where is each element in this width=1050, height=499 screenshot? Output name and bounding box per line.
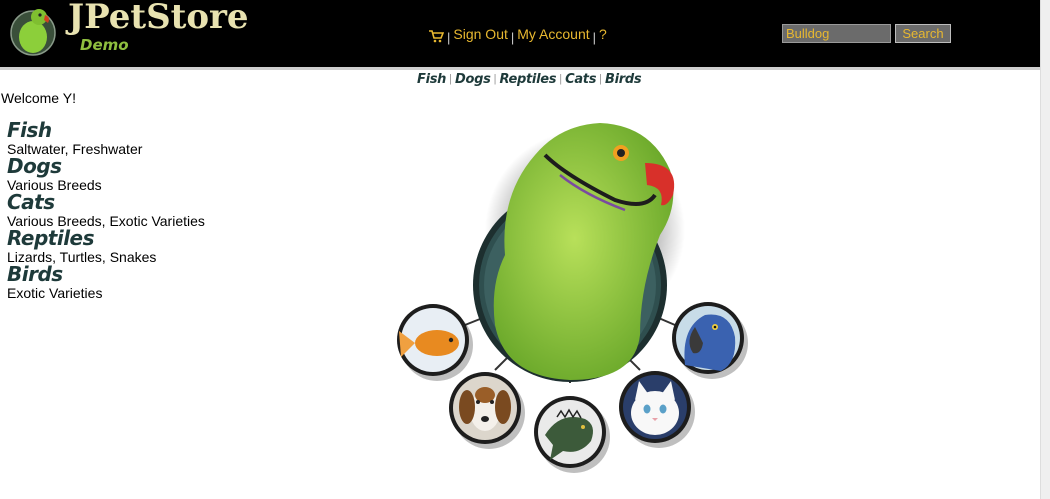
beagle-image[interactable] [449,372,525,449]
quicklink-separator: | [559,73,563,85]
goldfish-image[interactable] [397,304,473,381]
category-dogs: Dogs Various Breeds [7,155,307,193]
help-link[interactable]: ? [599,26,607,42]
quicklink-separator: | [599,73,603,85]
category-title-birds[interactable]: Birds [7,263,63,285]
my-account-link[interactable]: My Account [517,26,589,42]
welcome-message: Welcome Y! [1,90,76,106]
quicklink-birds[interactable]: Birds [605,72,642,87]
category-title-reptiles[interactable]: Reptiles [7,227,95,249]
header-bar: JPetStore Demo | Sign Out | My Account |… [0,0,1040,67]
blue-macaw-image[interactable] [672,302,748,379]
search-button[interactable]: Search [895,24,951,43]
menu-separator: | [510,29,515,45]
window-scrollbar[interactable] [1040,0,1050,499]
quicklink-cats[interactable]: Cats [565,72,596,87]
category-fish: Fish Saltwater, Freshwater [7,119,307,157]
quicklink-fish[interactable]: Fish [417,72,446,87]
category-cats: Cats Various Breeds, Exotic Varieties [7,191,307,229]
category-birds: Birds Exotic Varieties [7,263,307,301]
quicklink-separator: | [449,73,452,85]
category-title-fish[interactable]: Fish [7,119,52,141]
iguana-image[interactable] [534,396,610,473]
category-description: Exotic Varieties [7,285,103,301]
category-reptiles: Reptiles Lizards, Turtles, Snakes [7,227,307,265]
shopping-cart-icon[interactable] [428,29,444,43]
logo-subtitle: Demo [80,36,129,54]
parrot-image[interactable] [473,123,685,382]
category-title-cats[interactable]: Cats [7,191,55,213]
category-title-dogs[interactable]: Dogs [7,155,62,177]
quicklink-dogs[interactable]: Dogs [455,72,491,87]
search-input[interactable] [782,24,891,43]
menu-separator: | [447,29,451,45]
white-cat-image[interactable] [619,371,695,448]
quick-links-bar: Fish | Dogs | Reptiles | Cats | Birds [417,70,642,88]
header-menu: | Sign Out | My Account | ? [428,24,607,45]
sign-out-link[interactable]: Sign Out [453,26,507,42]
category-sidebar: Fish Saltwater, Freshwater Dogs Various … [7,119,307,301]
logo-title[interactable]: JPetStore [68,0,249,37]
parrot-logo-icon[interactable] [9,3,59,58]
quicklink-reptiles[interactable]: Reptiles [499,72,556,87]
quicklink-separator: | [493,73,497,85]
pet-category-image-map [397,123,748,473]
menu-separator: | [592,29,597,45]
